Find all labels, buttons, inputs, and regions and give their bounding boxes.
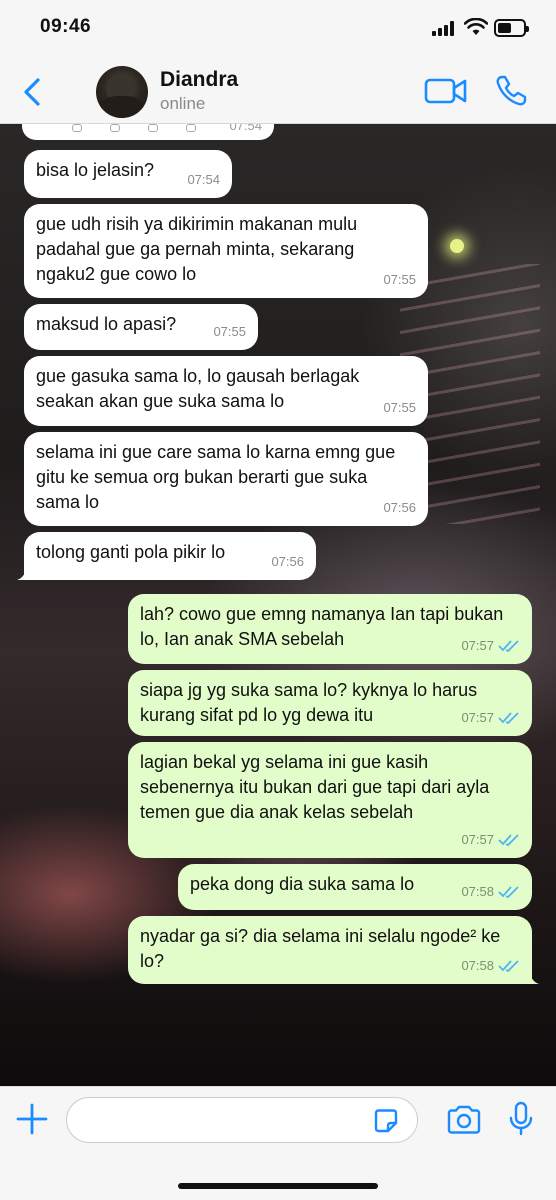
message-text: maksud lo apasi? [36, 314, 177, 334]
phone-icon[interactable] [494, 74, 528, 108]
message-time: 07:54 [187, 172, 220, 187]
message-time: 07:58 [461, 884, 494, 899]
double-check-icon [498, 711, 519, 724]
double-check-icon [498, 885, 519, 898]
message-time: 07:57 [461, 710, 494, 725]
message-bubble-incoming[interactable]: bisa lo jelasin? 07:54 [24, 150, 232, 198]
message-text: gue udh risih ya dikirimin makanan mulu … [36, 214, 358, 284]
message-text: bisa lo jelasin? [36, 160, 155, 180]
double-check-icon [498, 959, 519, 972]
wifi-icon [464, 18, 488, 35]
bubble-tail [525, 970, 539, 984]
message-time: 07:57 [461, 832, 494, 847]
message-bubble-outgoing[interactable]: lah? cowo gue emng namanya Ian tapi buka… [128, 594, 532, 664]
message-text: selama ini gue care sama lo karna emng g… [36, 442, 396, 512]
cellular-signal-icon [432, 20, 458, 36]
contact-name[interactable]: Diandra [160, 68, 238, 92]
avatar[interactable] [96, 66, 148, 118]
message-bubble-incoming[interactable]: gue gasuka sama lo, lo gausah berlagak s… [24, 356, 428, 426]
message-time: 07:55 [383, 272, 416, 287]
message-bubble-incoming[interactable]: tolong ganti pola pikir lo 07:56 [17, 532, 316, 580]
message-text: nyadar ga si? dia selama ini selalu ngod… [140, 926, 501, 971]
message-time: 07:56 [383, 500, 416, 515]
message-text: siapa jg yg suka sama lo? kyknya lo haru… [140, 680, 478, 725]
chevron-left-icon[interactable] [18, 74, 46, 110]
message-bubble-outgoing[interactable]: peka dong dia suka sama lo 07:58 [178, 864, 532, 910]
bubble-tail [17, 566, 31, 580]
camera-icon[interactable] [446, 1105, 482, 1135]
double-check-icon [498, 639, 519, 652]
message-bubble-incoming[interactable]: selama ini gue care sama lo karna emng g… [24, 432, 428, 526]
message-time: 07:54 [229, 124, 262, 133]
message-text: gue gasuka sama lo, lo gausah berlagak s… [36, 366, 360, 411]
message-time: 07:58 [461, 958, 494, 973]
message-time: 07:55 [213, 324, 246, 339]
message-bubble-outgoing[interactable]: siapa jg yg suka sama lo? kyknya lo haru… [128, 670, 532, 736]
battery-icon [494, 19, 529, 37]
message-text: tolong ganti pola pikir lo [36, 542, 226, 562]
message-bubble-incoming[interactable]: gue udh risih ya dikirimin makanan mulu … [24, 204, 428, 298]
video-camera-icon[interactable] [424, 76, 468, 106]
chat-header: Diandra online [0, 60, 556, 124]
tweet-action-icons [72, 124, 196, 132]
message-bubble-outgoing[interactable]: lagian bekal yg selama ini gue kasih seb… [128, 742, 532, 858]
message-input-bar [0, 1086, 556, 1200]
partial-message-bubble[interactable]: 07:54 [22, 124, 274, 140]
status-bar: 09:46 [0, 0, 556, 60]
message-bubble-incoming[interactable]: maksud lo apasi? 07:55 [24, 304, 258, 350]
home-indicator[interactable] [178, 1183, 378, 1189]
sticker-icon[interactable] [372, 1107, 400, 1135]
message-time: 07:55 [383, 400, 416, 415]
plus-icon[interactable] [16, 1103, 48, 1135]
message-time: 07:57 [461, 638, 494, 653]
status-time: 09:46 [40, 16, 92, 37]
double-check-icon [498, 833, 519, 846]
message-time: 07:56 [271, 554, 304, 569]
message-text: peka dong dia suka sama lo [190, 874, 415, 894]
message-text: lah? cowo gue emng namanya Ian tapi buka… [140, 604, 504, 649]
microphone-icon[interactable] [506, 1101, 536, 1137]
chat-area[interactable]: 07:54 bisa lo jelasin? 07:54 gue udh ris… [0, 124, 556, 1086]
message-text: lagian bekal yg selama ini gue kasih seb… [140, 752, 490, 822]
contact-status: online [160, 94, 206, 113]
message-input[interactable] [66, 1097, 418, 1143]
message-bubble-outgoing[interactable]: nyadar ga si? dia selama ini selalu ngod… [128, 916, 539, 984]
